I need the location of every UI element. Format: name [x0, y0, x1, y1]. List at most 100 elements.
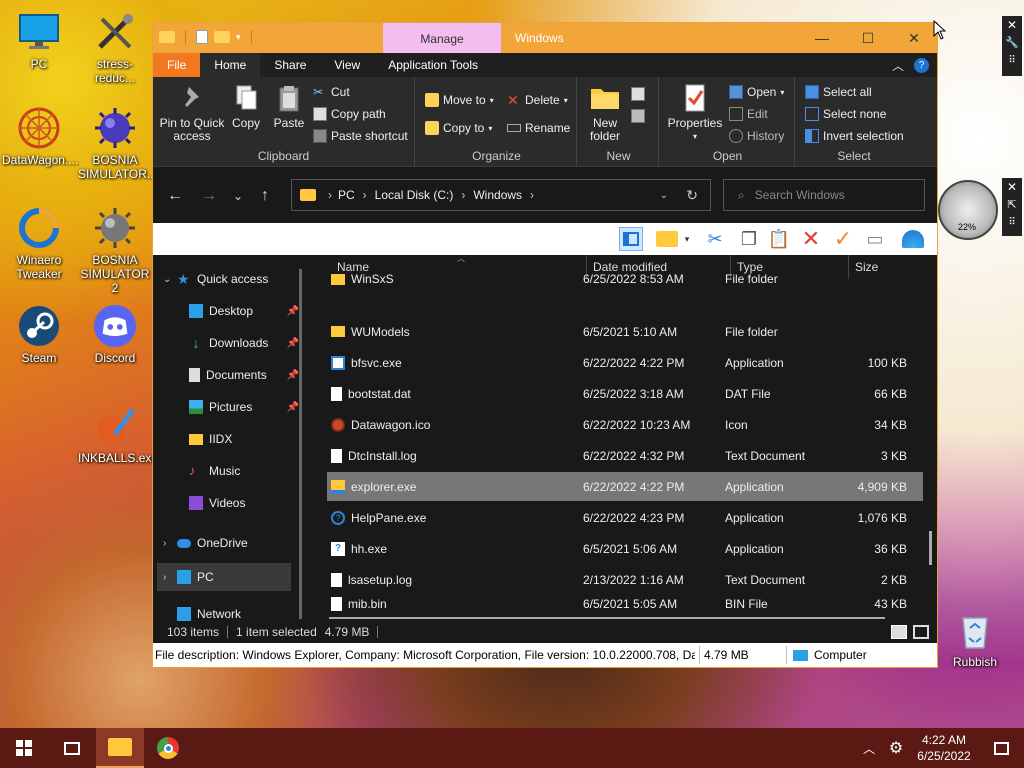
- paste-toolbar-icon[interactable]: 📋: [767, 227, 791, 251]
- desktop-icon-pc[interactable]: PC: [2, 10, 76, 71]
- pin-icon[interactable]: 📌: [287, 370, 299, 381]
- details-view-icon[interactable]: [891, 625, 907, 639]
- maximize-button[interactable]: ☐: [845, 23, 891, 53]
- expand-icon[interactable]: ⇱: [1007, 196, 1016, 214]
- properties-button[interactable]: Properties ▾: [667, 83, 723, 143]
- cut-toolbar-icon[interactable]: ✂: [703, 227, 727, 251]
- desktop-icon-stress-reduc[interactable]: stress-reduc...: [78, 10, 152, 85]
- nav-documents[interactable]: Documents 📌: [153, 361, 303, 389]
- address-bar[interactable]: › PC › Local Disk (C:) › Windows › ⌄ ↻: [291, 179, 711, 211]
- gear-icon[interactable]: ⚙: [882, 738, 910, 758]
- nav-quick-access[interactable]: ⌄ ★ Quick access: [153, 265, 303, 293]
- collapse-ribbon-icon[interactable]: ︿: [892, 57, 904, 74]
- open-button[interactable]: Open ▾: [729, 85, 784, 99]
- up-arrow-icon[interactable]: ↑: [261, 187, 269, 205]
- close-icon[interactable]: ✕: [1007, 16, 1017, 34]
- refresh-icon[interactable]: ↻: [686, 187, 698, 204]
- file-row[interactable]: bfsvc.exe 6/22/2022 4:22 PM Application …: [327, 348, 923, 377]
- nav-scrollbar[interactable]: [299, 269, 302, 619]
- delete-button[interactable]: ✕ Delete ▾: [507, 93, 568, 107]
- properties-qat-icon[interactable]: [196, 30, 208, 44]
- breadcrumb-pc[interactable]: PC: [338, 188, 355, 202]
- help-icon[interactable]: ?: [914, 58, 929, 73]
- notification-icon[interactable]: [978, 741, 1024, 755]
- new-item-icon[interactable]: [631, 87, 645, 101]
- chevron-right-icon[interactable]: ›: [163, 538, 177, 549]
- easy-access-icon[interactable]: [631, 109, 645, 123]
- rename-button[interactable]: Rename: [507, 121, 570, 135]
- desktop-icon-bosnia-simulator-2[interactable]: BOSNIA SIMULATOR 2: [78, 206, 152, 295]
- pin-to-quick-access-button[interactable]: Pin to Quick access: [159, 83, 225, 143]
- manage-tab[interactable]: Manage: [383, 23, 501, 53]
- tab-share[interactable]: Share: [260, 53, 320, 77]
- desktop-icon-steam[interactable]: Steam: [2, 304, 76, 365]
- nav-downloads[interactable]: ↓ Downloads 📌: [153, 329, 303, 357]
- list-vertical-scrollbar[interactable]: [929, 531, 932, 565]
- grip-icon[interactable]: ⠿: [1008, 214, 1015, 232]
- desktop-icon-winaero-tweaker[interactable]: Winaero Tweaker: [2, 206, 76, 281]
- nav-pictures[interactable]: Pictures 📌: [153, 393, 303, 421]
- file-row[interactable]: ? HelpPane.exe 6/22/2022 4:23 PM Applicat…: [327, 503, 923, 532]
- paste-shortcut-button[interactable]: Paste shortcut: [313, 129, 408, 143]
- breadcrumb-windows[interactable]: Windows: [473, 188, 522, 202]
- chevron-up-icon[interactable]: ︿: [856, 740, 882, 757]
- wrench-icon[interactable]: 🔧: [1005, 34, 1019, 52]
- chevron-down-icon[interactable]: ▾: [236, 32, 241, 43]
- copy-path-button[interactable]: Copy path: [313, 107, 386, 121]
- tab-file[interactable]: File: [153, 53, 201, 77]
- pin-icon[interactable]: 📌: [287, 338, 299, 349]
- checkmark-toolbar-icon[interactable]: ✓: [831, 226, 855, 251]
- preview-pane-icon[interactable]: [619, 227, 643, 251]
- grip-icon[interactable]: ⠿: [1008, 52, 1015, 70]
- file-row[interactable]: DtcInstall.log 6/22/2022 4:32 PM Text Do…: [327, 441, 923, 470]
- desktop-icon-bosnia-simulator[interactable]: BOSNIA SIMULATOR...: [78, 106, 157, 181]
- desktop-icon-datawagon[interactable]: DataWagon....: [2, 106, 78, 167]
- new-folder-button[interactable]: New folder: [583, 83, 627, 143]
- search-input[interactable]: Search Windows: [755, 188, 845, 202]
- close-button[interactable]: ✕: [891, 23, 937, 53]
- chevron-down-icon[interactable]: ⌄: [660, 190, 668, 201]
- pin-icon[interactable]: 📌: [287, 306, 299, 317]
- minimize-button[interactable]: —: [799, 23, 845, 53]
- tab-view[interactable]: View: [320, 53, 374, 77]
- copy-to-button[interactable]: Copy to ▾: [425, 121, 492, 135]
- move-to-button[interactable]: Move to ▾: [425, 93, 494, 107]
- nav-pc[interactable]: › PC: [157, 563, 291, 591]
- breadcrumb-local-disk[interactable]: Local Disk (C:): [375, 188, 454, 202]
- tab-application-tools[interactable]: Application Tools: [374, 53, 492, 77]
- copy-toolbar-icon[interactable]: ❐: [737, 227, 761, 251]
- file-row[interactable]: lsasetup.log 2/13/2022 1:16 AM Text Docu…: [327, 565, 923, 594]
- taskbar-chrome[interactable]: [144, 728, 192, 768]
- cpu-gauge-gadget[interactable]: 22%: [938, 180, 998, 240]
- copy-button[interactable]: Copy: [227, 83, 265, 130]
- file-row[interactable]: Datawagon.ico 6/22/2022 10:23 AM Icon 34…: [327, 410, 923, 439]
- rename-toolbar-icon[interactable]: ▭: [863, 227, 887, 251]
- nav-onedrive[interactable]: › OneDrive: [153, 529, 303, 557]
- nav-iidx[interactable]: IIDX: [153, 425, 303, 453]
- back-arrow-icon[interactable]: ←: [167, 187, 183, 205]
- chevron-down-icon[interactable]: ▾: [681, 227, 693, 251]
- file-row-selected[interactable]: explorer.exe 6/22/2022 4:22 PM Applicati…: [327, 472, 923, 501]
- shell-toolbar-icon[interactable]: [901, 227, 925, 251]
- search-box[interactable]: ⌕ Search Windows: [723, 179, 925, 211]
- nav-music[interactable]: ♪ Music: [153, 457, 303, 485]
- file-row[interactable]: ? hh.exe 6/5/2021 5:06 AM Application 36 …: [327, 534, 923, 563]
- file-row[interactable]: WUModels 6/5/2021 5:10 AM File folder: [327, 317, 923, 346]
- chevron-right-icon[interactable]: ›: [163, 572, 177, 583]
- chevron-down-icon[interactable]: ⌄: [163, 274, 177, 285]
- close-icon[interactable]: ✕: [1007, 178, 1017, 196]
- cut-button[interactable]: ✂ Cut: [313, 85, 350, 99]
- tab-home[interactable]: Home: [200, 53, 261, 77]
- forward-arrow-icon[interactable]: →: [201, 187, 217, 205]
- title-bar[interactable]: ▾ Manage Windows — ☐ ✕: [153, 23, 937, 53]
- file-row[interactable]: bootstat.dat 6/25/2022 3:18 AM DAT File …: [327, 379, 923, 408]
- clock[interactable]: 4:22 AM 6/25/2022: [910, 732, 978, 764]
- paste-button[interactable]: Paste: [269, 83, 309, 130]
- nav-videos[interactable]: Videos: [153, 489, 303, 517]
- checkbox-folder-icon[interactable]: [655, 227, 679, 251]
- delete-toolbar-icon[interactable]: ✕: [799, 226, 823, 251]
- nav-desktop[interactable]: Desktop 📌: [153, 297, 303, 325]
- large-icons-view-icon[interactable]: [913, 625, 929, 639]
- nav-network[interactable]: Network: [153, 607, 303, 621]
- new-folder-qat-icon[interactable]: [214, 31, 230, 43]
